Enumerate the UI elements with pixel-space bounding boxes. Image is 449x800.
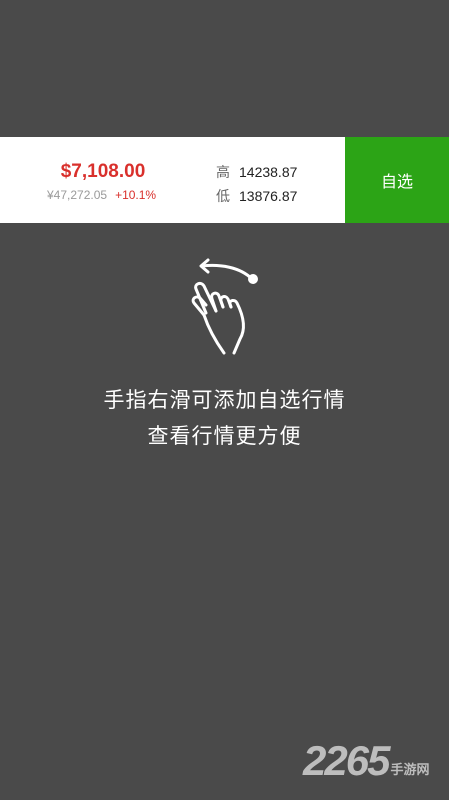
watermark-site: 手游网 (390, 763, 430, 778)
watermark-number: 2265 (303, 737, 390, 784)
watermark-logo: 2265 手游网 (303, 740, 429, 782)
hint-line-2: 查看行情更方便 (147, 424, 302, 448)
high-label: 高 (216, 165, 230, 181)
low-label: 低 (216, 189, 230, 205)
high-value: 14238.87 (239, 164, 298, 180)
quote-card[interactable]: $7,108.00 ¥47,272.05 +10.1% 高 14238.87 低 13… (0, 137, 449, 223)
add-favorite-button[interactable]: 自选 (345, 137, 449, 223)
price-cny: ¥47,272.05 (47, 188, 108, 202)
swipe-hand-icon (186, 255, 266, 359)
price-block: $7,108.00 ¥47,272.05 +10.1% (0, 137, 200, 223)
price-sub-row: ¥47,272.05 +10.1% (47, 188, 156, 202)
high-row: 高 14238.87 (216, 162, 297, 182)
low-value: 13876.87 (239, 188, 298, 204)
hint-line-1: 手指右滑可添加自选行情 (103, 388, 346, 412)
low-row: 低 13876.87 (216, 186, 297, 206)
price-change: +10.1% (115, 188, 157, 202)
high-low-block: 高 14238.87 低 13876.87 (216, 137, 336, 223)
price-usd: $7,108.00 (60, 161, 146, 182)
